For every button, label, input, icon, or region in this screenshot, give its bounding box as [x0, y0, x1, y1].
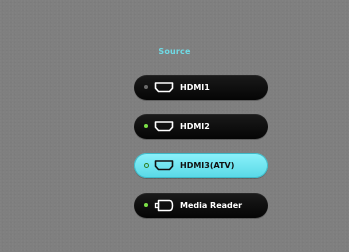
hdmi-port-icon	[154, 82, 174, 93]
source-label: Media Reader	[180, 201, 243, 210]
status-dot	[144, 203, 148, 207]
status-dot	[143, 162, 149, 168]
source-media-reader-button[interactable]: Media Reader	[134, 193, 268, 218]
menu-title: Source	[158, 47, 191, 56]
source-hdmi1-button[interactable]: HDMI1	[134, 75, 268, 100]
status-dot	[144, 85, 148, 89]
source-label: HDMI1	[180, 83, 210, 92]
source-menu-screen: Source HDMI1 HDMI2 HDMI3(ATV) Media Read…	[0, 0, 349, 252]
source-hdmi2-button[interactable]: HDMI2	[134, 114, 268, 139]
usb-port-icon	[154, 199, 174, 212]
source-hdmi3-atv-button[interactable]: HDMI3(ATV)	[134, 153, 268, 178]
hdmi-port-icon	[154, 160, 174, 171]
hdmi-port-icon	[154, 121, 174, 132]
source-label: HDMI3(ATV)	[180, 161, 235, 170]
status-dot	[144, 124, 148, 128]
source-label: HDMI2	[180, 122, 210, 131]
